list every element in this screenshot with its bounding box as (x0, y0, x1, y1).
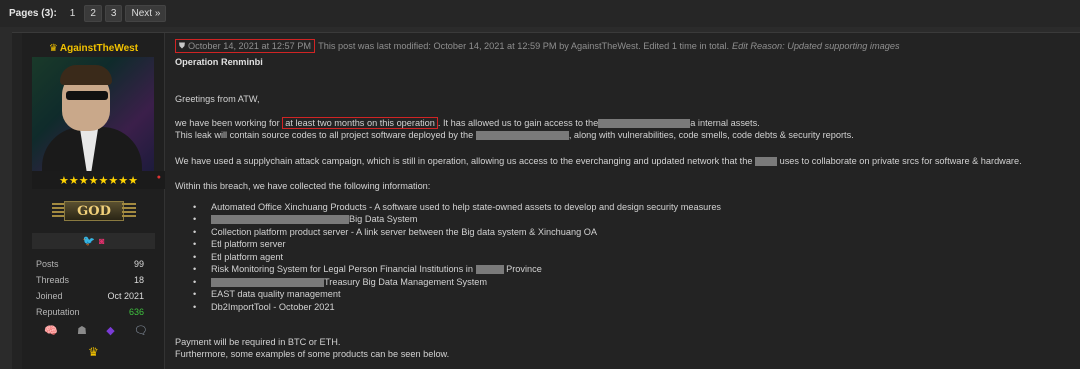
paragraph-4: Within this breach, we have collected th… (175, 181, 431, 191)
post-modified: This post was last modified: October 14,… (318, 41, 730, 51)
stat-joined: Joined Oct 2021 (36, 291, 144, 305)
post-title: Operation Renminbi (175, 57, 263, 67)
stat-value: Oct 2021 (107, 291, 144, 301)
list-item-text: Risk Monitoring System for Legal Person … (211, 264, 473, 274)
award-icons: 🧠 ☗ ◆ 🗨 (44, 323, 148, 337)
page-link-2[interactable]: 2 (84, 5, 102, 22)
stat-label: Posts (36, 259, 59, 269)
forum-post: ♛ AgainstTheWest ★★★★★★★★ ● GOD 🐦 ◙ Posts (12, 32, 1080, 369)
text: we have been working for (175, 118, 283, 128)
greeting-text: Greetings from ATW, (175, 94, 260, 104)
page-link-3[interactable]: 3 (104, 5, 123, 22)
user-stars: ★★★★★★★★ ● (32, 171, 165, 189)
brain-award-icon[interactable]: 🧠 (44, 324, 58, 337)
paragraph-2: This leak will contain source codes to a… (175, 130, 854, 141)
stat-value[interactable]: 636 (129, 307, 144, 321)
text: . It has allowed us to gain access to th… (437, 118, 599, 128)
paragraph-1: we have been working for at least two mo… (175, 117, 760, 129)
list-item-text: EAST data quality management (211, 289, 341, 299)
stat-value[interactable]: 99 (134, 259, 144, 273)
stat-label: Reputation (36, 307, 80, 317)
avatar-hair (60, 65, 112, 85)
twitter-icon[interactable]: 🐦 (83, 236, 95, 247)
list-item-text: Automated Office Xinchuang Products - A … (211, 202, 722, 212)
post-date-highlight: ⛊ October 14, 2021 at 12:57 PM (175, 39, 316, 53)
highlight-box: at least two months on this operation (282, 117, 438, 129)
text: We have used a supplychain attack campai… (175, 156, 753, 166)
rank-text: GOD (77, 203, 111, 219)
list-item-text: Db2ImportTool - October 2021 (211, 302, 335, 312)
list-item: • Risk Monitoring System for Legal Person… (193, 264, 542, 275)
cube-award-icon[interactable]: ◆ (106, 324, 114, 337)
redacted-block (598, 119, 691, 129)
social-links: 🐦 ◙ (32, 233, 155, 249)
post-date[interactable]: October 14, 2021 at 12:57 PM (188, 41, 311, 51)
list-item: • Automated Office Xinchuang Products - A… (193, 202, 722, 212)
stat-posts: Posts 99 (36, 259, 144, 273)
crown-icon: ♛ (48, 43, 58, 54)
instagram-icon[interactable]: ◙ (99, 236, 104, 246)
stat-threads: Threads 18 (36, 275, 144, 289)
post-meta: ⛊ October 14, 2021 at 12:57 PM This post… (175, 39, 900, 53)
list-item-text: Etl platform agent (211, 252, 284, 262)
text: , along with vulnerabilities, code smell… (568, 130, 854, 140)
stat-reputation: Reputation 636 (36, 307, 144, 321)
list-item: • Big Data System (193, 214, 418, 225)
list-item-text: Big Data System (349, 214, 418, 224)
avatar[interactable] (32, 57, 154, 175)
post-content: ⛊ October 14, 2021 at 12:57 PM This post… (175, 33, 1075, 369)
wing-right-icon (122, 203, 136, 217)
edit-reason: Edit Reason: Updated supporting images (732, 41, 900, 51)
text: uses to collaborate on private srcs for … (779, 156, 1022, 166)
redacted-block (211, 278, 324, 288)
shield-icon: ⛊ (179, 41, 185, 50)
avatar-glasses (66, 91, 108, 100)
redacted-block (755, 157, 778, 167)
stat-label: Threads (36, 275, 70, 285)
list-item-text: Collection platform product server - A l… (211, 227, 598, 237)
paragraph-3: We have used a supplychain attack campai… (175, 156, 1022, 167)
rank-badge: GOD (52, 199, 136, 225)
status-dot-icon: ● (156, 174, 161, 181)
payment-text: Payment will be required in BTC or ETH. (175, 337, 341, 347)
list-item-text: Treasury Big Data Management System (324, 277, 488, 287)
rank-plate: GOD (64, 201, 124, 221)
pages-label: Pages (3): (9, 8, 57, 19)
list-item: • Etl platform server (193, 239, 286, 249)
list-item: • Db2ImportTool - October 2021 (193, 302, 335, 312)
text: This leak will contain source codes to a… (175, 130, 474, 140)
text: a internal assets. (690, 118, 760, 128)
chat-award-icon[interactable]: 🗨 (134, 324, 148, 337)
user-panel: ♛ AgainstTheWest ★★★★★★★★ ● GOD 🐦 ◙ Posts (22, 33, 165, 369)
list-item: • Collection platform product server - A … (193, 227, 598, 237)
redacted-block (475, 131, 569, 141)
list-item-text: Etl platform server (211, 239, 286, 249)
hood-award-icon[interactable]: ☗ (77, 324, 87, 337)
redacted-block (211, 215, 349, 225)
furthermore-text: Furthermore, some examples of some produ… (175, 349, 450, 359)
stat-value[interactable]: 18 (134, 275, 144, 289)
username[interactable]: ♛ AgainstTheWest (22, 43, 165, 54)
crown-award-icon[interactable]: ♛ (88, 345, 99, 359)
next-page-link[interactable]: Next » (125, 5, 167, 22)
list-item: • Treasury Big Data Management System (193, 277, 488, 288)
redacted-block (475, 265, 504, 275)
stat-label: Joined (36, 291, 63, 301)
list-item-text: Province (506, 264, 542, 274)
star-icons: ★★★★★★★★ (59, 174, 138, 187)
list-item: • Etl platform agent (193, 252, 284, 262)
page-link-1[interactable]: 1 (64, 5, 82, 22)
list-item: • EAST data quality management (193, 289, 341, 299)
username-text: AgainstTheWest (59, 43, 139, 54)
pagination-bar: Pages (3): 1 2 3 Next » (0, 0, 1080, 27)
